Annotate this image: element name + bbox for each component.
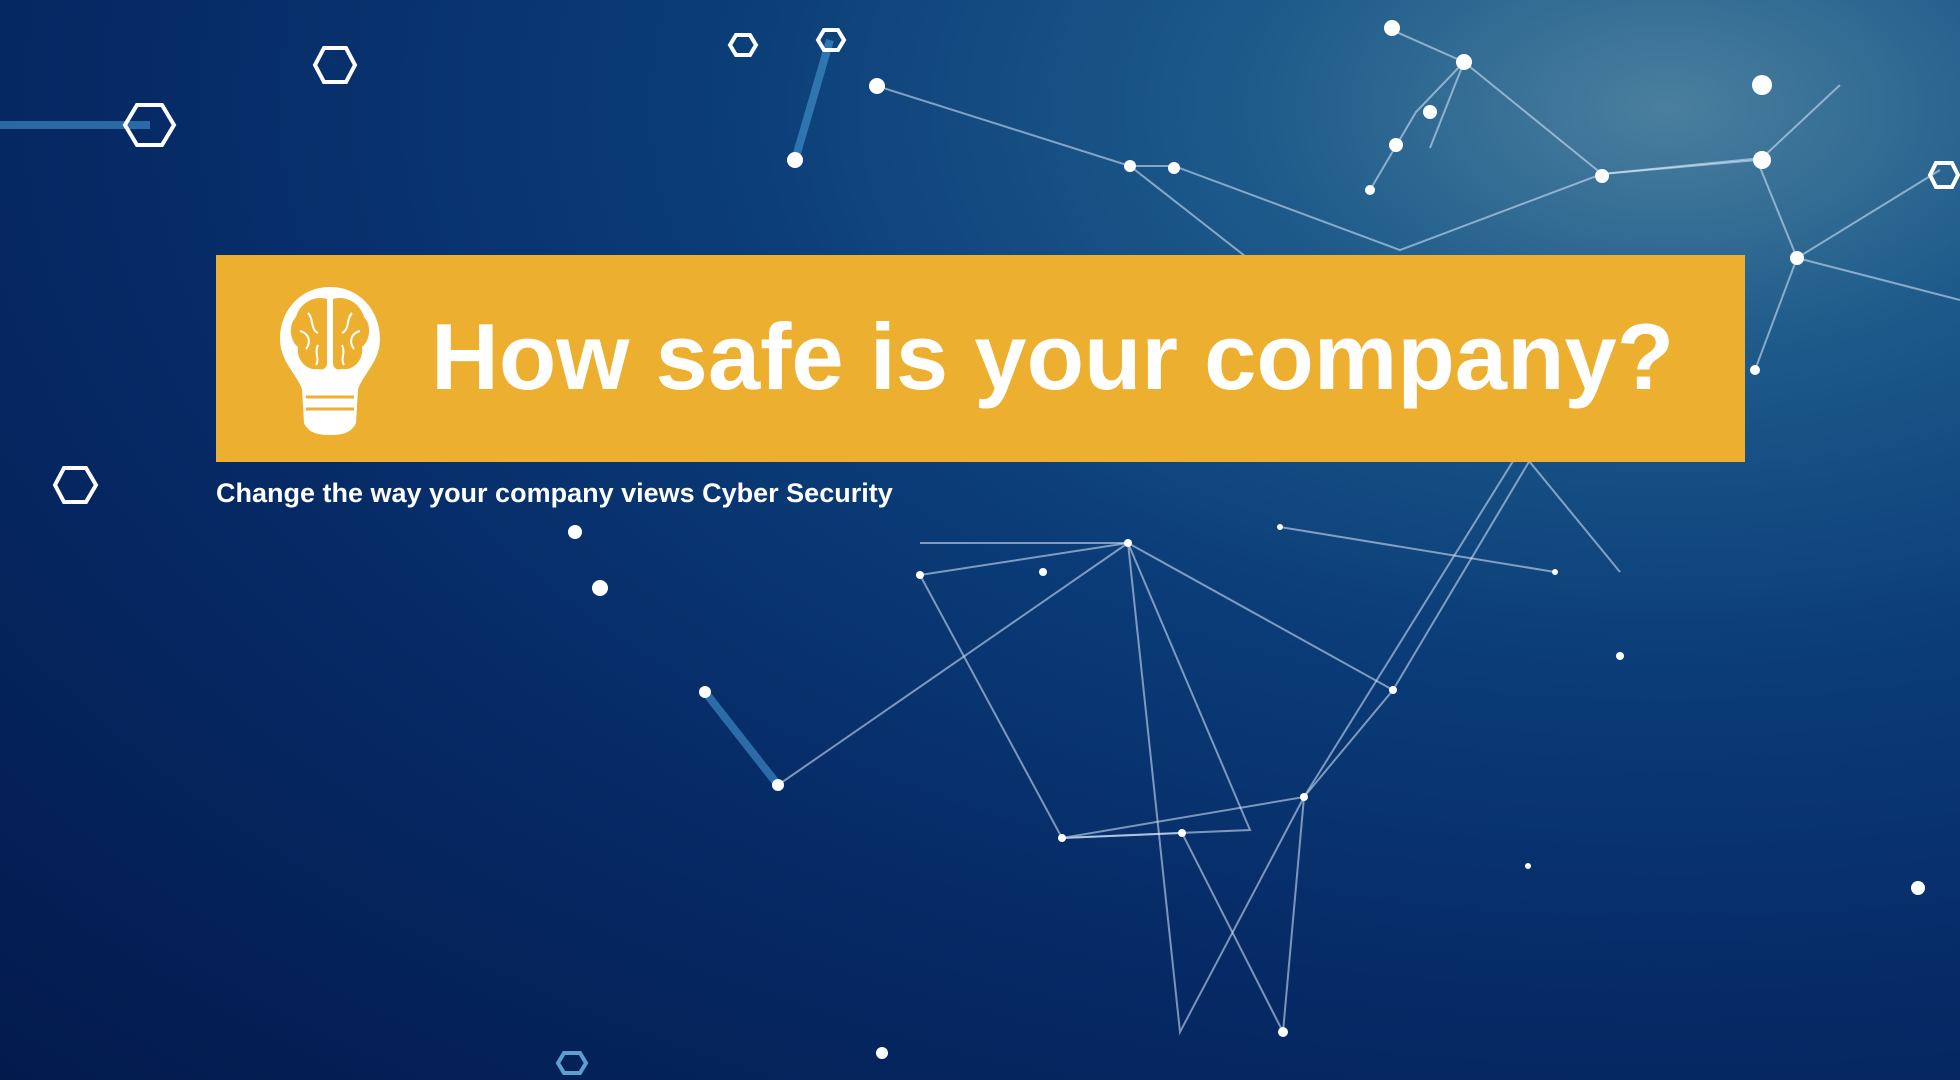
headline-title: How safe is your company? bbox=[431, 304, 1675, 409]
brain-lightbulb-icon bbox=[280, 287, 380, 435]
network-background bbox=[0, 20, 1960, 1075]
headline-banner: How safe is your company? bbox=[216, 255, 1745, 462]
headline-subtitle: Change the way your company views Cyber … bbox=[216, 478, 893, 508]
